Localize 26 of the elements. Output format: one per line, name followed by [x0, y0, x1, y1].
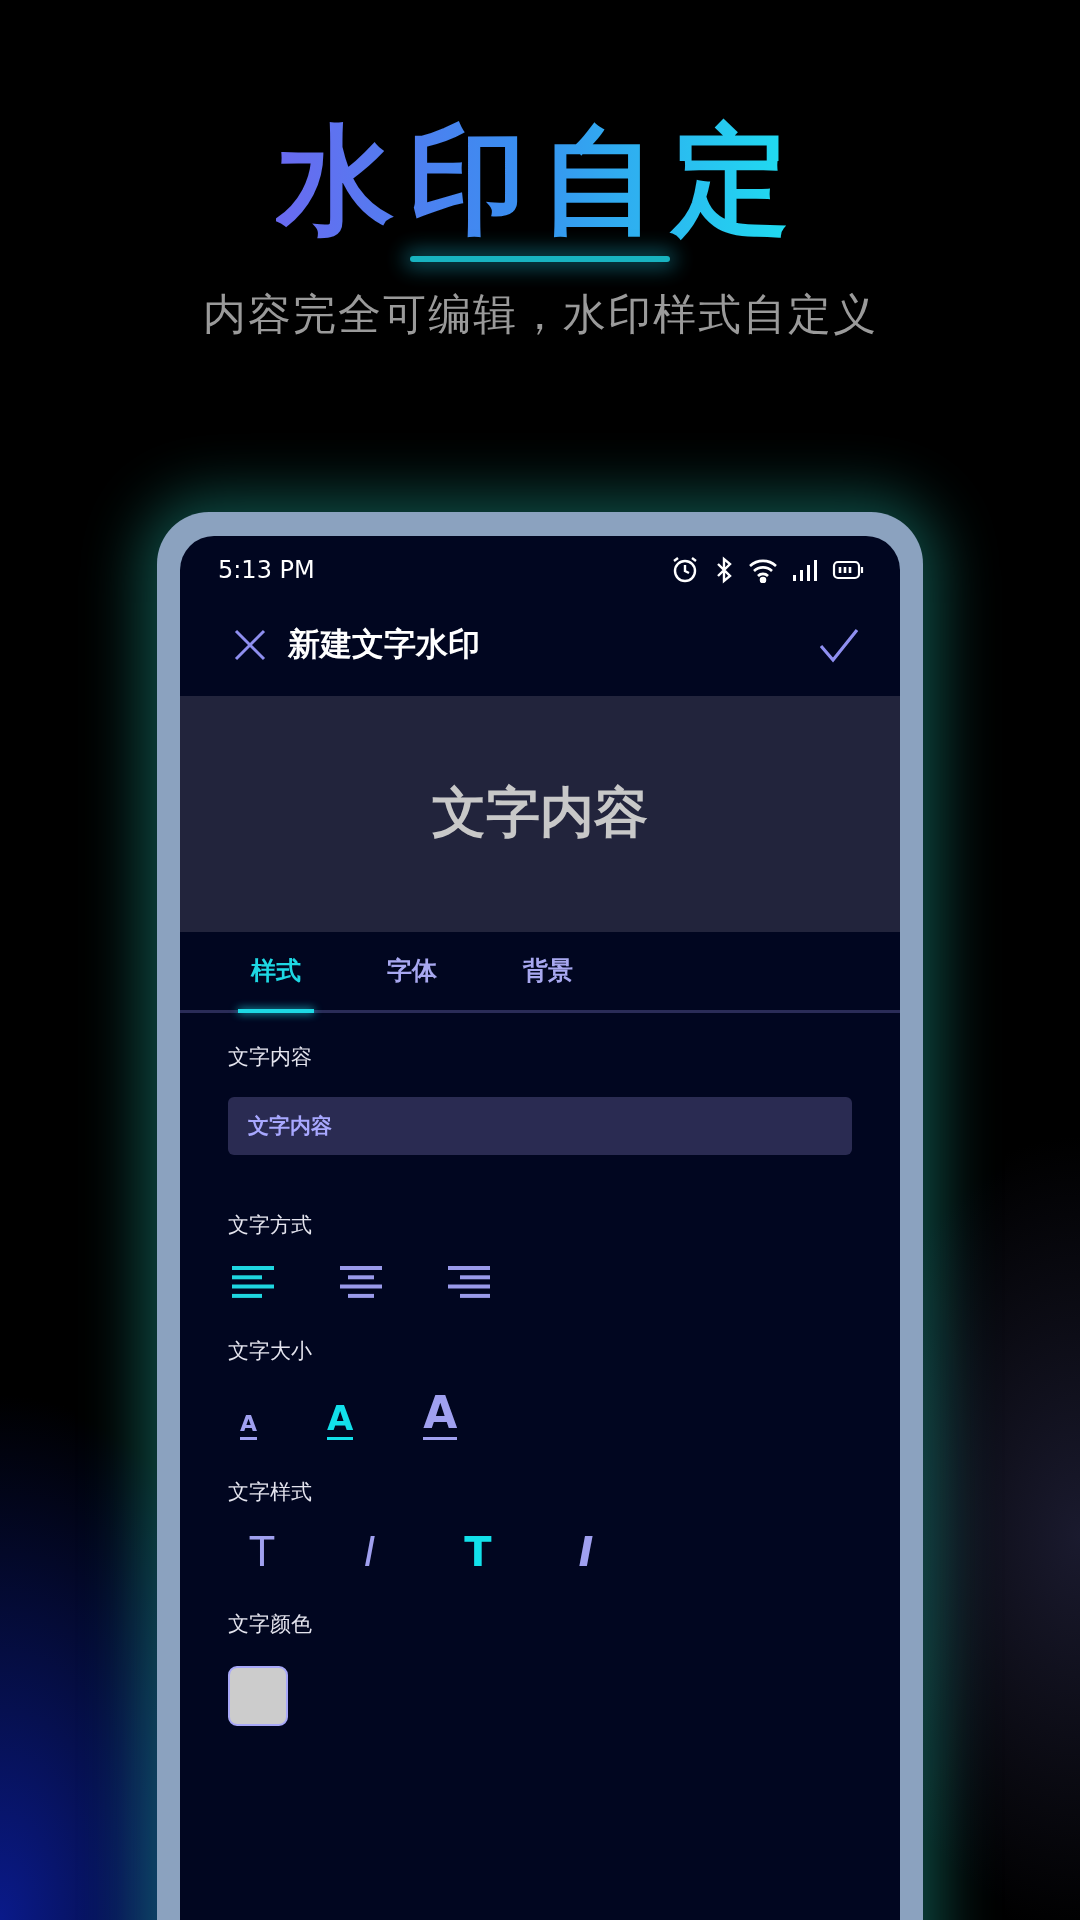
text-style-button[interactable]: T: [240, 1531, 284, 1572]
preview-text: 文字内容: [432, 780, 648, 847]
color-swatch[interactable]: [228, 1665, 288, 1726]
text-field[interactable]: 文字内容: [228, 1096, 852, 1155]
align-right-button[interactable]: [448, 1264, 490, 1299]
align-left-button[interactable]: [232, 1264, 274, 1299]
font-size-button[interactable]: A: [327, 1400, 354, 1440]
section-label: 文字大小: [228, 1337, 313, 1365]
section-label: 文字方式: [228, 1211, 313, 1239]
section-label: 文字内容: [228, 1043, 313, 1071]
confirm-button[interactable]: [818, 626, 860, 663]
tab[interactable]: 字体: [344, 931, 480, 1010]
subtitle: 内容完全可编辑，水印样式自定义: [202, 287, 878, 341]
status-time: 5:13 PM: [218, 555, 315, 584]
font-size-button[interactable]: A: [240, 1412, 258, 1440]
text-style-button[interactable]: T: [456, 1531, 500, 1572]
battery-icon: [832, 558, 864, 581]
align-center-button[interactable]: [340, 1264, 382, 1299]
text-style-button[interactable]: I: [348, 1531, 392, 1572]
font-size-button[interactable]: A: [423, 1390, 458, 1440]
tab[interactable]: 背景: [480, 931, 616, 1010]
section-label: 文字颜色: [228, 1610, 313, 1638]
screen-title: 新建文字水印: [288, 623, 481, 665]
bluetooth-icon: [714, 554, 734, 585]
text-style-button[interactable]: I: [564, 1531, 608, 1572]
section-label: 文字样式: [228, 1478, 313, 1506]
